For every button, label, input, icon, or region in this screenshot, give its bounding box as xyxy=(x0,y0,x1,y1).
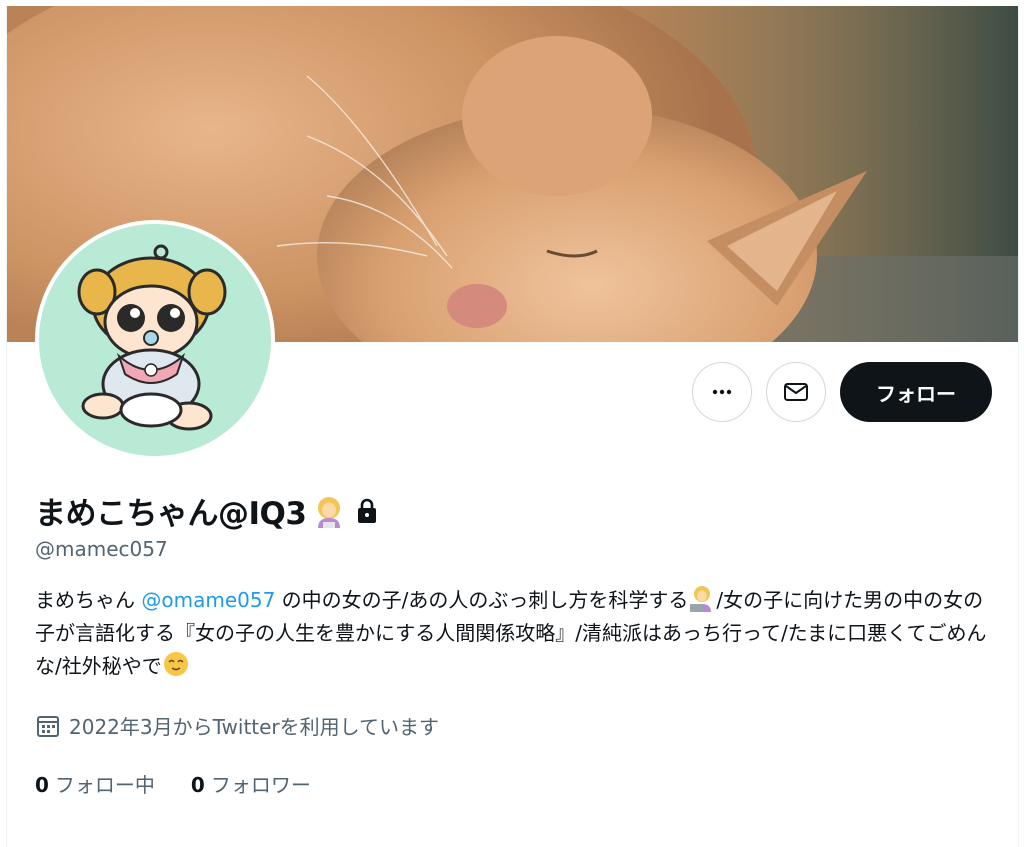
follow-button[interactable]: フォロー xyxy=(840,362,992,422)
relieved-face-emoji-icon xyxy=(163,652,188,676)
display-name: まめこちゃん@IQ3 xyxy=(35,496,307,532)
follow-stats: 0 フォロー中 0 フォロワー xyxy=(35,769,311,798)
name-row: まめこちゃん@IQ3 xyxy=(35,488,382,533)
lock-icon xyxy=(358,498,377,523)
following-link[interactable]: 0 フォロー中 xyxy=(35,769,155,798)
profile-page: フォロー まめこちゃん@IQ3 @mamec057 まめちゃん @omame05… xyxy=(6,6,1019,847)
avatar[interactable] xyxy=(35,220,275,460)
followers-label: フォロワー xyxy=(210,773,311,797)
profile-bio: まめちゃん @omame057 の中の女の子/あの人のぶっ刺し方を科学する /女… xyxy=(35,584,995,683)
followers-count: 0 xyxy=(190,773,205,797)
more-button[interactable] xyxy=(692,362,752,422)
bio-text: まめちゃん xyxy=(35,588,142,612)
woman-emoji-icon xyxy=(318,496,341,528)
profile-actions: フォロー xyxy=(692,362,992,422)
followers-link[interactable]: 0 フォロワー xyxy=(191,769,311,798)
following-label: フォロー中 xyxy=(54,773,155,797)
following-count: 0 xyxy=(35,773,49,797)
bio-text: の中の女の子/あの人のぶっ刺し方を科学する xyxy=(275,588,689,612)
join-date-text: 2022年3月からTwitterを利用しています xyxy=(69,715,440,739)
calendar-icon xyxy=(37,715,59,737)
envelope-icon xyxy=(784,383,808,401)
avatar-image xyxy=(39,224,271,456)
more-icon xyxy=(712,389,732,395)
user-handle: @mamec057 xyxy=(35,537,168,561)
message-button[interactable] xyxy=(766,362,826,422)
bio-mention-link[interactable]: @omame057 xyxy=(141,588,275,612)
join-date: 2022年3月からTwitterを利用しています xyxy=(35,711,439,740)
woman-technologist-emoji-icon xyxy=(690,586,712,612)
